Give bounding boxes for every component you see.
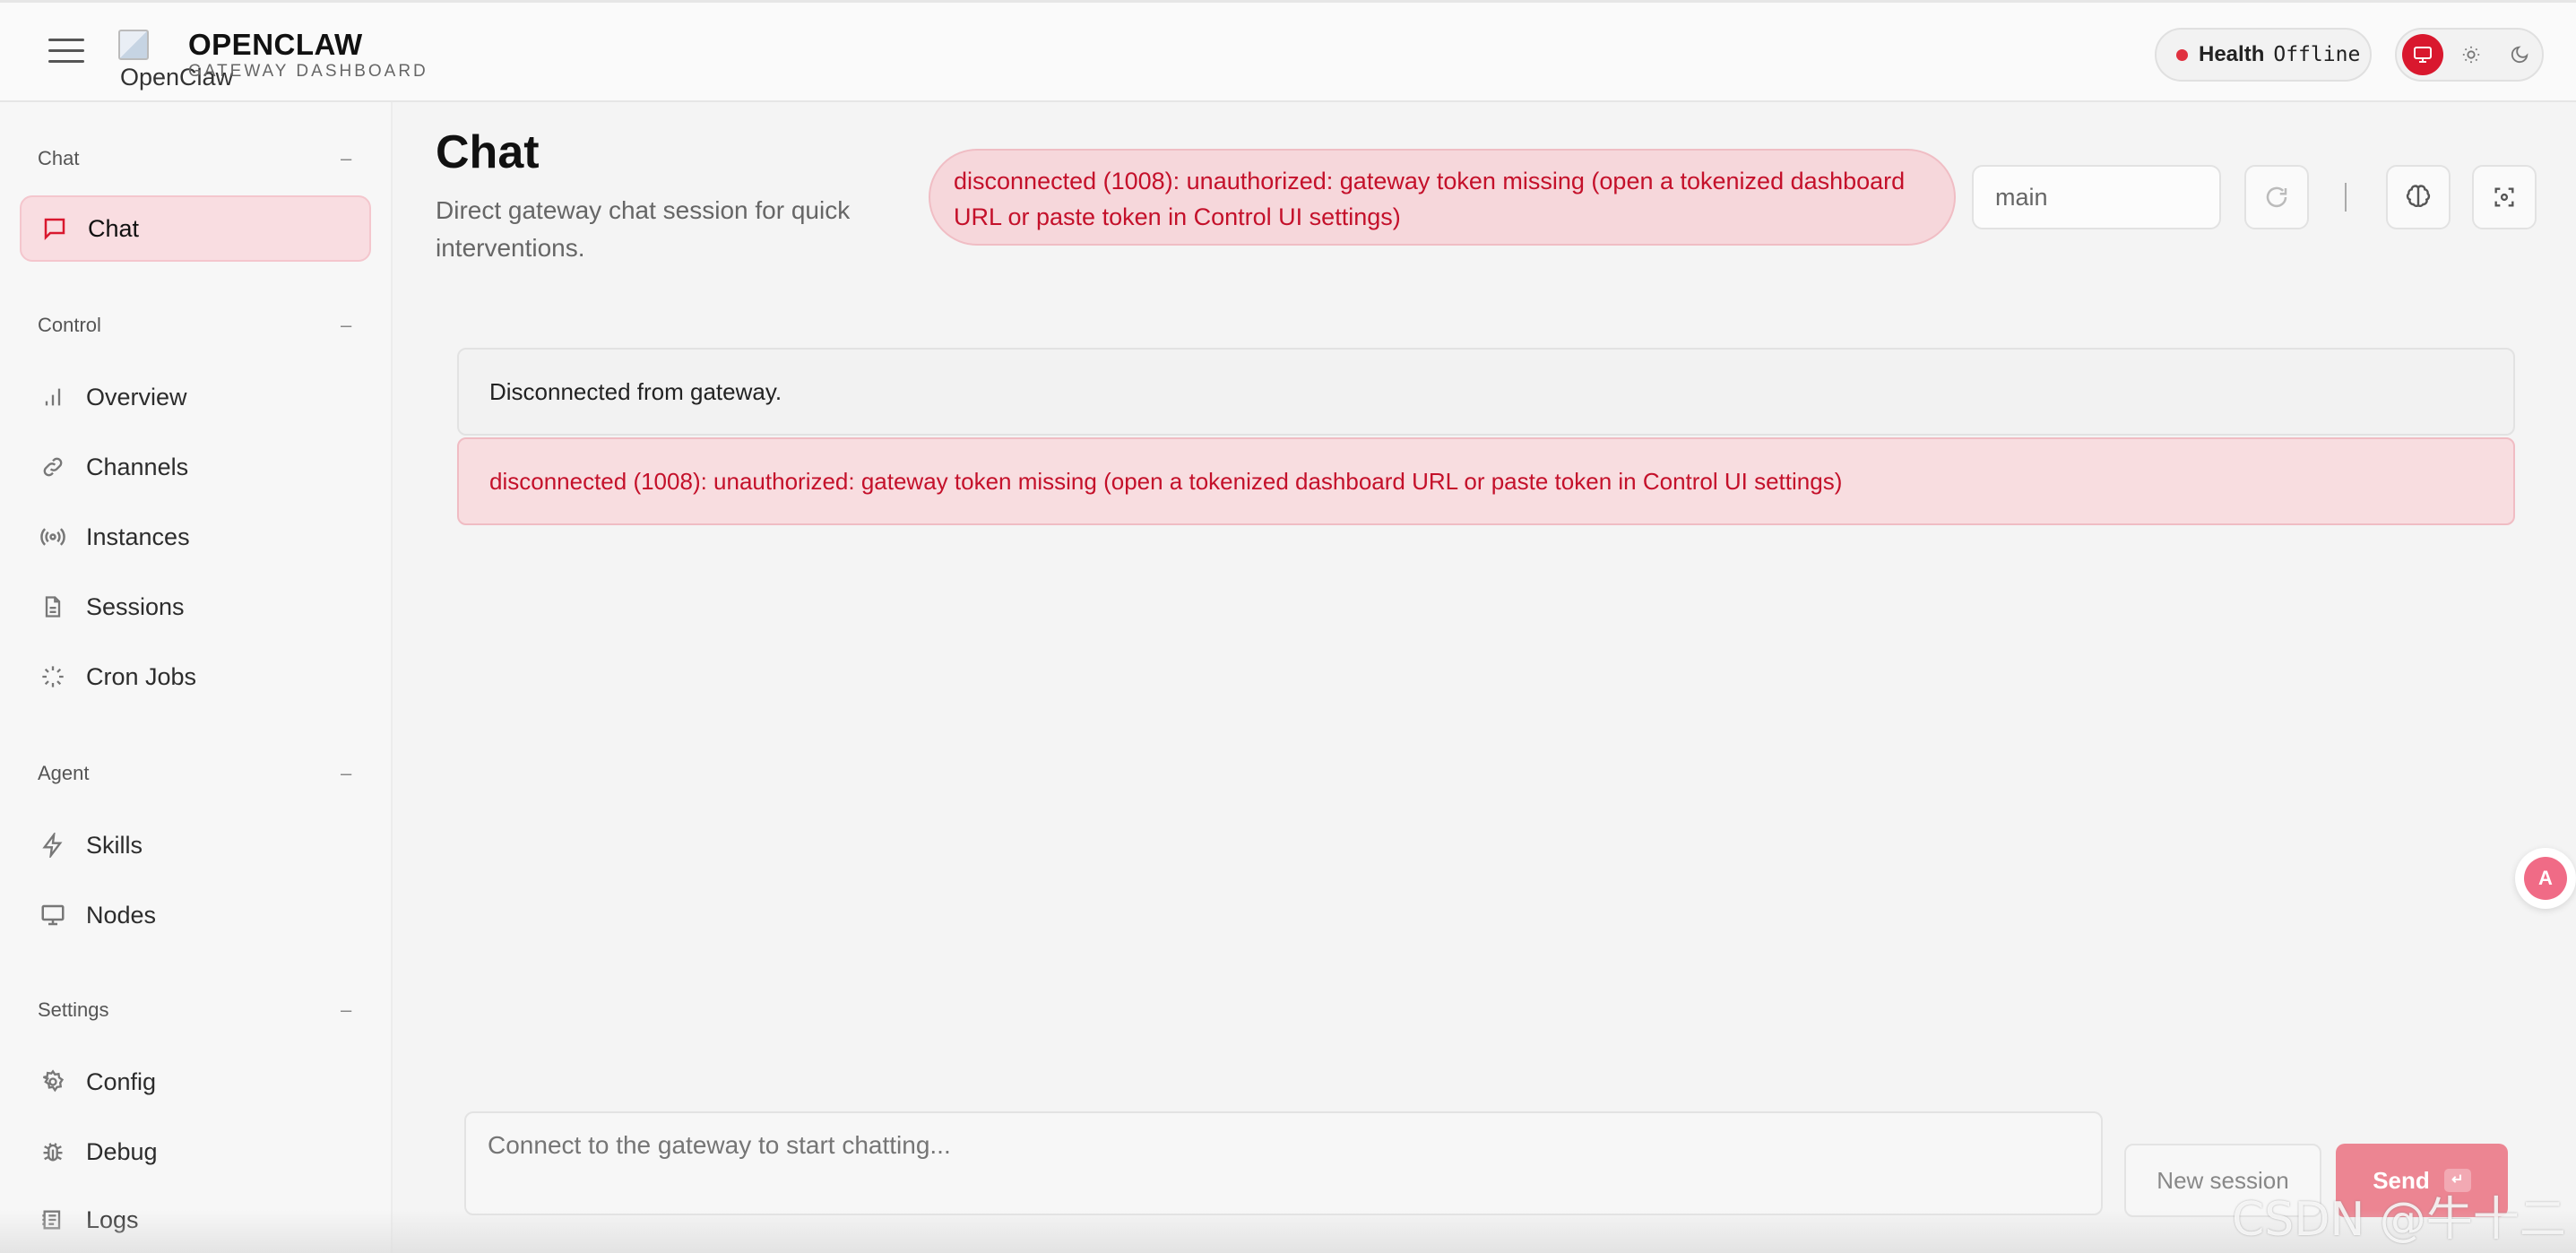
sidebar-item-label: Overview	[86, 383, 187, 410]
collapse-icon[interactable]: –	[341, 762, 351, 785]
brain-icon	[2406, 185, 2431, 208]
refresh-icon	[2266, 186, 2287, 208]
sidebar-item-channels[interactable]: Channels	[20, 434, 371, 500]
system-message: Disconnected from gateway.	[457, 348, 2515, 436]
translate-icon: A	[2524, 857, 2567, 900]
logo: OpenClaw	[118, 30, 233, 92]
loader-icon	[38, 661, 68, 692]
watermark: CSDN @牛十二	[2232, 1193, 2566, 1247]
dark-theme-button[interactable]	[2499, 34, 2540, 75]
document-icon	[38, 592, 68, 622]
group-title-agent[interactable]: Agent	[38, 762, 90, 785]
menu-icon[interactable]	[48, 39, 84, 69]
sidebar-item-debug[interactable]: Debug	[20, 1119, 371, 1185]
sidebar-item-sessions[interactable]: Sessions	[20, 574, 371, 640]
page-subtitle: Direct gateway chat session for quick in…	[436, 196, 851, 262]
monitor-icon	[2414, 47, 2432, 63]
radio-icon	[38, 522, 68, 552]
collapse-icon[interactable]: –	[341, 314, 351, 337]
sidebar-item-label: Nodes	[86, 901, 157, 929]
sidebar-item-label: Instances	[86, 523, 190, 550]
theme-switcher	[2395, 28, 2544, 82]
status-dot-icon	[2176, 48, 2188, 61]
sidebar-item-label: Sessions	[86, 592, 185, 620]
toolbar-divider	[2345, 183, 2347, 212]
focus-icon	[2494, 187, 2514, 207]
top-header: OpenClaw OPENCLAW GATEWAY DASHBOARD Heal…	[0, 0, 2576, 102]
bar-chart-icon	[38, 382, 68, 412]
group-title-settings[interactable]: Settings	[38, 998, 109, 1022]
sidebar-item-label: Config	[86, 1067, 157, 1095]
sidebar-item-chat[interactable]: Chat	[20, 195, 371, 262]
group-title-chat[interactable]: Chat	[38, 147, 79, 170]
collapse-icon[interactable]: –	[341, 998, 351, 1022]
sidebar-item-label: Channels	[86, 453, 189, 480]
health-status-pill: Health Offline	[2155, 28, 2372, 82]
monitor-icon	[38, 900, 68, 930]
system-theme-button[interactable]	[2402, 34, 2443, 75]
message-composer[interactable]	[464, 1111, 2103, 1215]
brand-title: OPENCLAW	[188, 28, 363, 61]
session-key-input[interactable]	[1972, 165, 2221, 229]
sidebar-item-instances[interactable]: Instances	[20, 504, 371, 570]
sun-icon	[2462, 46, 2480, 64]
translate-button[interactable]: A	[2515, 848, 2576, 909]
sidebar-item-cron-jobs[interactable]: Cron Jobs	[20, 644, 371, 710]
sidebar: Chat – Chat Control – Overview Channels …	[0, 102, 393, 1253]
sidebar-item-overview[interactable]: Overview	[20, 364, 371, 430]
thinking-toggle-button[interactable]	[2386, 165, 2451, 229]
logs-icon	[38, 1205, 68, 1235]
bug-icon	[38, 1136, 68, 1167]
sidebar-item-label: Debug	[86, 1137, 158, 1165]
sidebar-item-label: Cron Jobs	[86, 662, 197, 690]
sidebar-item-label: Skills	[86, 831, 143, 859]
health-label: Health	[2199, 42, 2265, 66]
link-icon	[38, 452, 68, 482]
gear-icon	[38, 1067, 68, 1097]
sidebar-item-label: Chat	[88, 214, 140, 242]
moon-icon	[2511, 46, 2528, 64]
page-title: Chat	[436, 126, 540, 178]
focus-mode-button[interactable]	[2472, 165, 2537, 229]
sidebar-item-skills[interactable]: Skills	[20, 812, 371, 878]
error-message: disconnected (1008): unauthorized: gatew…	[457, 437, 2515, 525]
group-title-control[interactable]: Control	[38, 314, 101, 337]
sidebar-item-label: Logs	[86, 1205, 139, 1233]
sidebar-item-nodes[interactable]: Nodes	[20, 882, 371, 948]
refresh-button[interactable]	[2244, 165, 2309, 229]
error-banner: disconnected (1008): unauthorized: gatew…	[929, 149, 1956, 246]
chat-icon	[39, 213, 70, 244]
brand-subtitle: GATEWAY DASHBOARD	[188, 62, 428, 81]
broken-image-icon	[118, 30, 149, 60]
sidebar-item-config[interactable]: Config	[20, 1049, 371, 1115]
collapse-icon[interactable]: –	[341, 147, 351, 170]
lightning-icon	[38, 830, 68, 860]
sidebar-item-logs[interactable]: Logs	[20, 1187, 371, 1253]
light-theme-button[interactable]	[2451, 34, 2492, 75]
health-status-value: Offline	[2273, 43, 2361, 66]
